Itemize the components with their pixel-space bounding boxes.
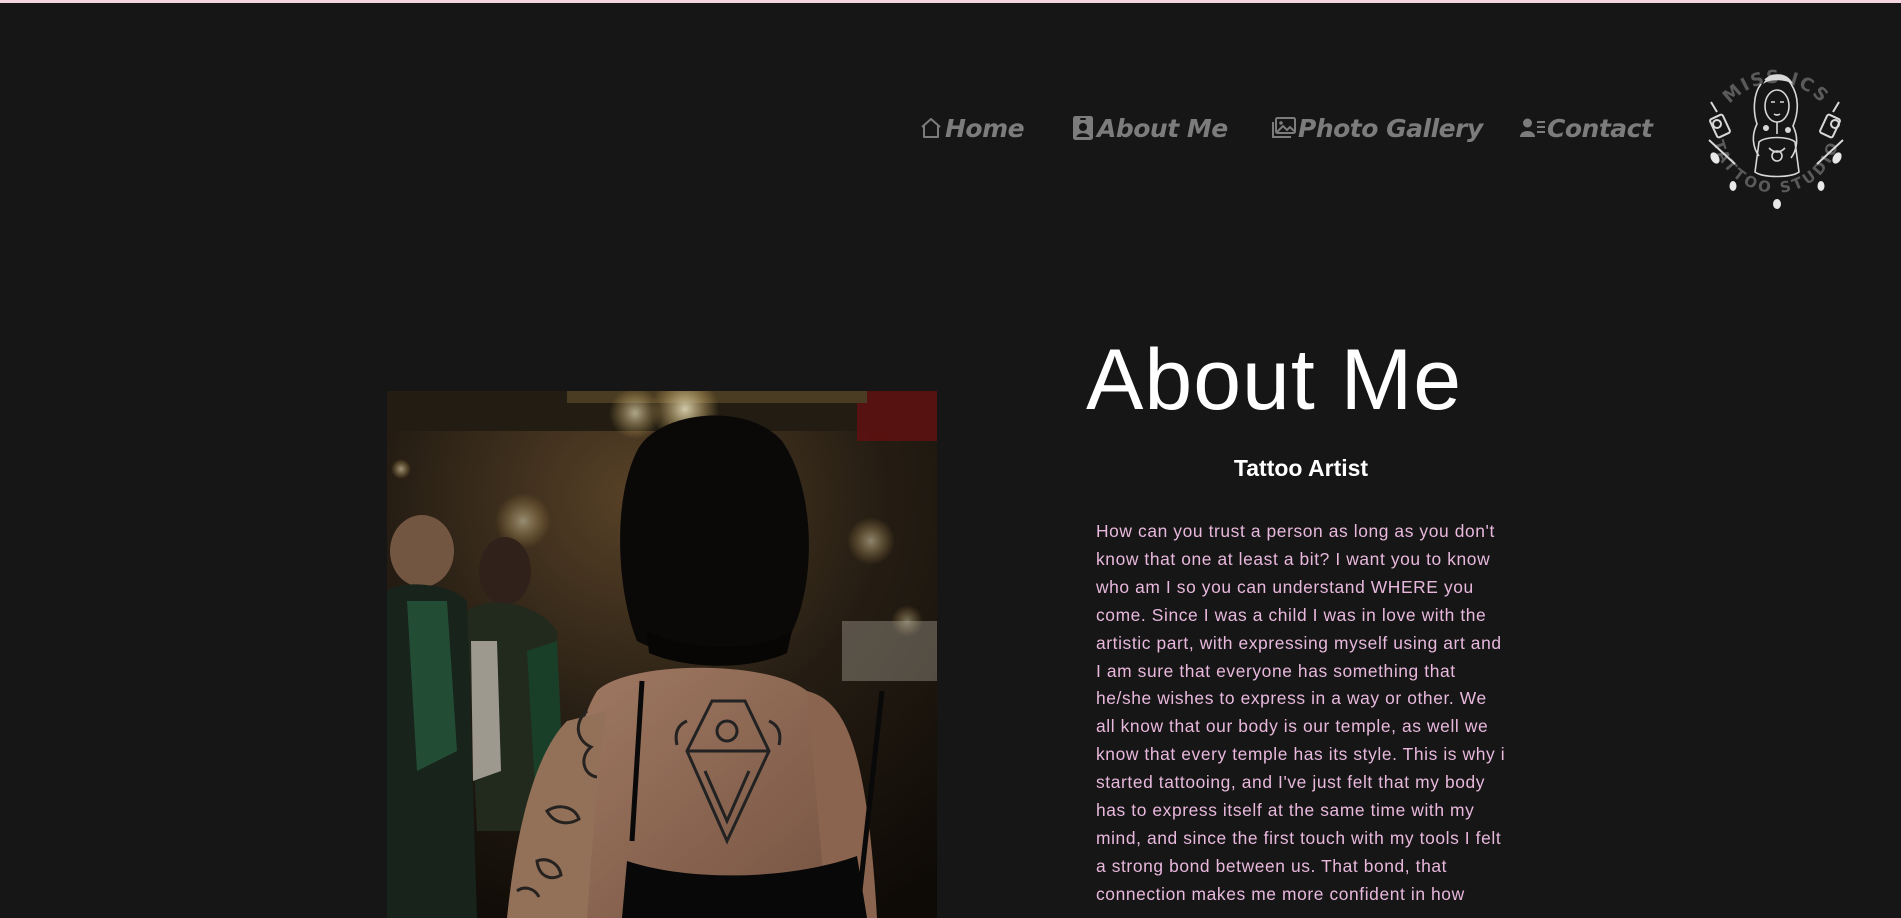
nav-home-label: Home bbox=[945, 113, 1025, 143]
nav-contact-label: Contact bbox=[1547, 113, 1653, 143]
main-nav: Home About Me Photo Gallery Contact bbox=[0, 108, 1901, 148]
top-border bbox=[0, 0, 1901, 3]
user-list-icon bbox=[1520, 115, 1546, 141]
artist-photo bbox=[387, 391, 937, 918]
nav-home-link[interactable]: Home bbox=[918, 108, 1025, 148]
home-icon bbox=[918, 115, 944, 141]
page-title: About Me bbox=[1086, 332, 1463, 428]
nav-gallery-label: Photo Gallery bbox=[1298, 113, 1483, 143]
id-badge-icon bbox=[1070, 115, 1096, 141]
svg-text:MISS ICS: MISS ICS bbox=[1719, 67, 1834, 108]
subtitle: Tattoo Artist bbox=[1233, 455, 1369, 481]
studio-logo[interactable]: MISS ICS TATTOO STUDIO bbox=[1695, 44, 1857, 216]
image-icon bbox=[1271, 115, 1297, 141]
bio-text: How can you trust a person as long as yo… bbox=[1096, 521, 1506, 904]
nav-about-link[interactable]: About Me bbox=[1070, 108, 1228, 148]
nav-about-label: About Me bbox=[1097, 113, 1228, 143]
nav-contact-link[interactable]: Contact bbox=[1520, 108, 1653, 148]
nav-gallery-link[interactable]: Photo Gallery bbox=[1271, 108, 1483, 148]
